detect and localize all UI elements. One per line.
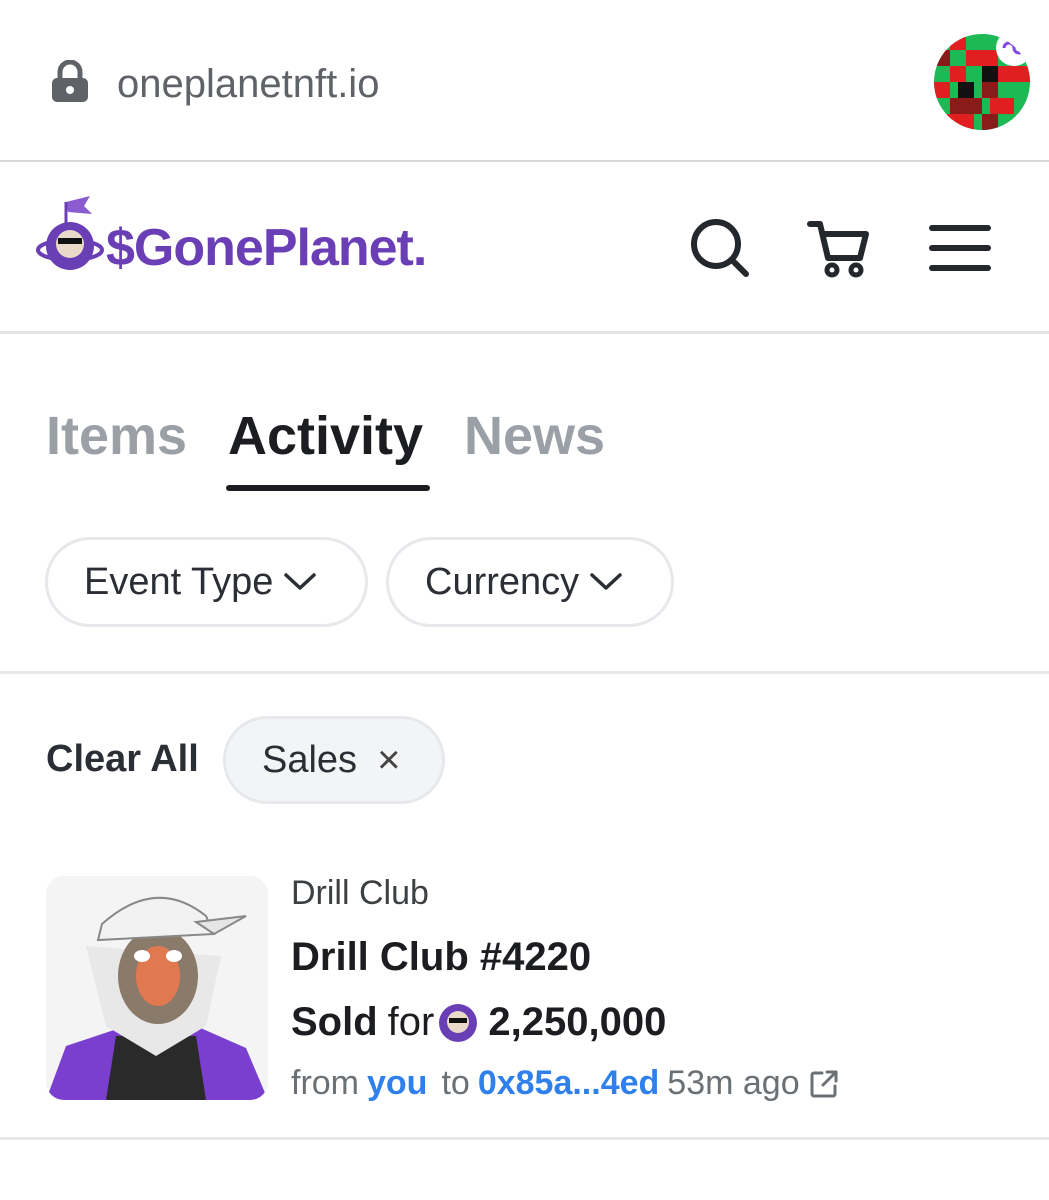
filter-chip-label: Sales — [262, 738, 358, 781]
nft-thumbnail[interactable] — [46, 876, 268, 1100]
lock-icon — [52, 60, 88, 102]
tab-activity[interactable]: Activity — [228, 405, 423, 467]
currency-dropdown[interactable]: Currency — [386, 537, 674, 627]
clear-all-button[interactable]: Clear All — [46, 738, 199, 781]
planet-mascot-icon — [36, 196, 104, 270]
from-word: from — [291, 1064, 359, 1102]
url-text[interactable]: oneplanetnft.io — [117, 60, 379, 108]
timestamp: 53m ago — [667, 1064, 800, 1102]
sale-action: Sold — [291, 1000, 378, 1044]
divider — [0, 1137, 1049, 1140]
transfer-info: from you to 0x85a...4ed 53m ago — [291, 1064, 840, 1103]
currency-label: Currency — [425, 560, 580, 603]
to-address-link[interactable]: 0x85a...4ed — [478, 1064, 659, 1103]
chevron-down-icon — [284, 573, 317, 590]
wallet-avatar[interactable] — [934, 34, 1030, 130]
from-address-link[interactable]: you — [367, 1064, 427, 1103]
token-icon — [439, 1003, 478, 1042]
sale-for-word: for — [387, 1000, 435, 1044]
external-link-icon[interactable] — [808, 1068, 840, 1100]
chevron-down-icon — [590, 573, 622, 590]
site-header: $GonePlanet. — [0, 164, 1049, 334]
divider — [0, 671, 1049, 674]
filter-chip-sales[interactable]: Sales × — [223, 716, 445, 804]
sale-price: 2,250,000 — [488, 1000, 667, 1044]
menu-icon[interactable] — [928, 216, 992, 280]
collection-name[interactable]: Drill Club — [291, 874, 429, 913]
logo-text: $GonePlanet. — [106, 219, 427, 277]
search-icon[interactable] — [688, 216, 752, 280]
active-tab-indicator — [226, 485, 430, 491]
close-icon[interactable]: × — [377, 738, 400, 783]
event-type-label: Event Type — [84, 560, 274, 603]
event-type-dropdown[interactable]: Event Type — [45, 537, 368, 627]
cart-icon[interactable] — [806, 216, 870, 280]
tab-news[interactable]: News — [464, 405, 605, 467]
to-word: to — [441, 1064, 470, 1102]
site-logo[interactable]: $GonePlanet. — [36, 194, 446, 284]
browser-url-bar[interactable]: oneplanetnft.io — [0, 0, 1049, 162]
tab-items[interactable]: Items — [46, 405, 187, 467]
nft-title[interactable]: Drill Club #4220 — [291, 935, 591, 980]
sale-summary: Sold for 2,250,000 — [291, 1000, 666, 1045]
